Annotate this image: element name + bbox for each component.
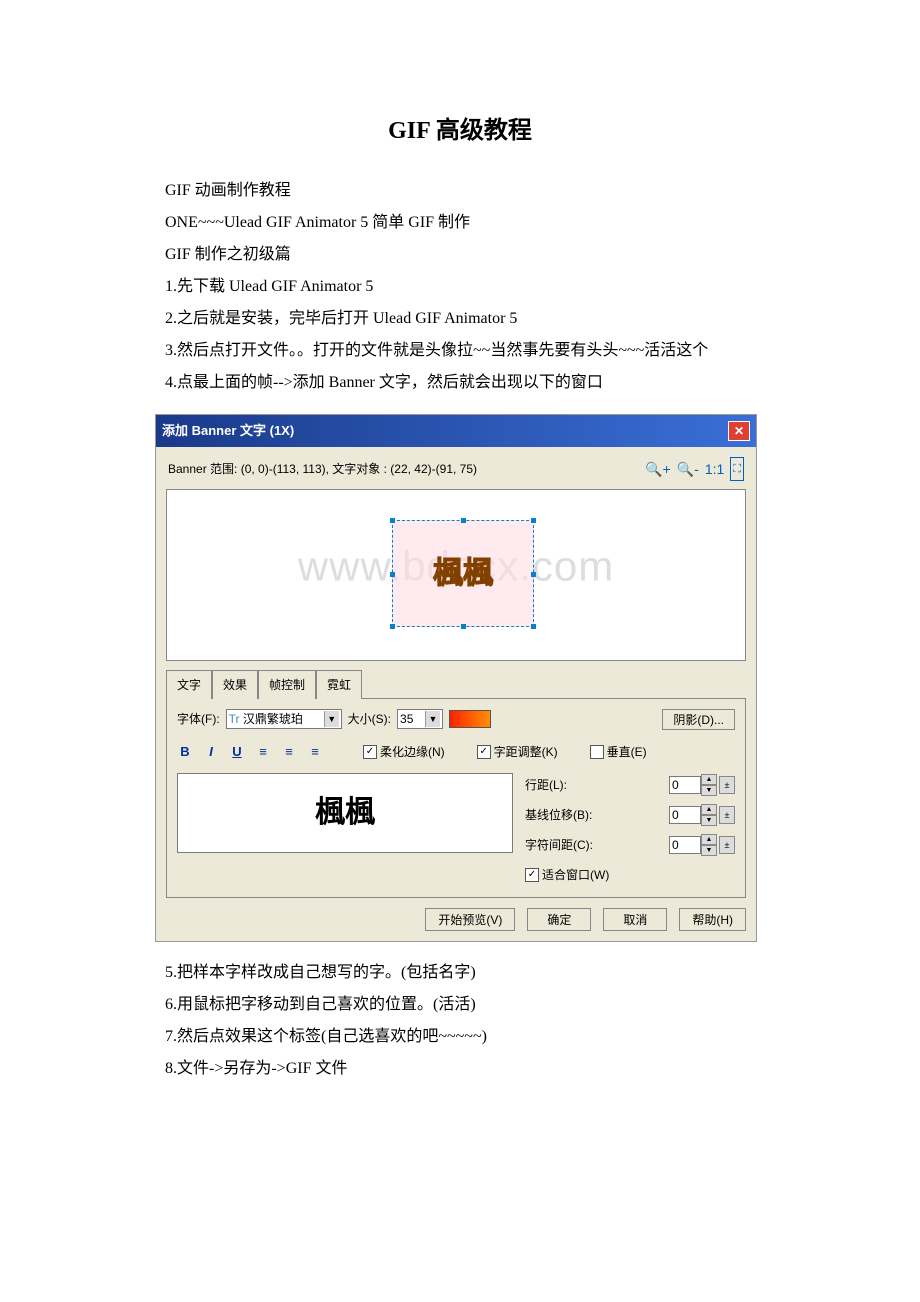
shadow-button[interactable]: 阴影(D)...: [662, 709, 735, 730]
vertical-checkbox[interactable]: 垂直(E): [590, 740, 647, 764]
zoom-in-icon[interactable]: 🔍+: [645, 455, 671, 483]
paragraph: 4.点最上面的帧-->添加 Banner 文字，然后就会出现以下的窗口: [165, 367, 755, 399]
chevron-down-icon[interactable]: ▼: [324, 711, 339, 727]
paragraph: 3.然后点打开文件。。打开的文件就是头像拉~~当然事先要有头头~~~活活这个: [165, 335, 755, 367]
tab-neon[interactable]: 霓虹: [316, 670, 362, 699]
paragraph: 2.之后就是安装，完毕后打开 Ulead GIF Animator 5: [165, 303, 755, 335]
align-left-icon[interactable]: ≡: [255, 739, 271, 765]
line-spacing-input[interactable]: [669, 776, 701, 794]
cancel-button[interactable]: 取消: [603, 908, 667, 931]
chevron-down-icon[interactable]: ▼: [425, 711, 440, 727]
truetype-icon: Tr: [229, 707, 240, 731]
baseline-label: 基线位移(B):: [525, 803, 592, 827]
underline-icon[interactable]: U: [229, 739, 245, 765]
char-spacing-label: 字符间距(C):: [525, 833, 593, 857]
ok-button[interactable]: 确定: [527, 908, 591, 931]
fit-window-label: 适合窗口(W): [542, 863, 609, 887]
start-preview-button[interactable]: 开始预览(V): [425, 908, 515, 931]
paragraph: 1.先下载 Ulead GIF Animator 5: [165, 271, 755, 303]
align-center-icon[interactable]: ≡: [281, 739, 297, 765]
paragraph: 8.文件->另存为->GIF 文件: [165, 1053, 755, 1085]
line-spacing-spinner[interactable]: ▲▼ ±: [669, 774, 735, 796]
font-label: 字体(F):: [177, 707, 220, 731]
tab-effects[interactable]: 效果: [212, 670, 258, 699]
size-combo[interactable]: 35 ▼: [397, 709, 443, 729]
zoom-out-icon[interactable]: 🔍-: [677, 455, 699, 483]
fit-icon[interactable]: ⛶: [730, 457, 744, 481]
paragraph: GIF 制作之初级篇: [165, 239, 755, 271]
paragraph: GIF 动画制作教程: [165, 175, 755, 207]
tab-frame[interactable]: 帧控制: [258, 670, 316, 699]
dialog-titlebar: 添加 Banner 文字 (1X) ✕: [156, 415, 756, 447]
sample-preview: 楓楓: [177, 773, 513, 853]
soften-label: 柔化边缘(N): [380, 740, 445, 764]
paragraph: 6.用鼠标把字移动到自己喜欢的位置。(活活): [165, 989, 755, 1021]
bold-icon[interactable]: B: [177, 739, 193, 765]
canvas-sample-text: 楓楓: [433, 544, 493, 604]
size-value: 35: [400, 707, 425, 731]
text-selection-box[interactable]: 楓楓: [392, 520, 534, 627]
fit-window-checkbox[interactable]: ✓ 适合窗口(W): [525, 863, 609, 887]
paragraph: 5.把样本字样改成自己想写的字。(包括名字): [165, 957, 755, 989]
tab-panel-text: 字体(F): Tr 汉鼎繁琥珀 ▼ 大小(S): 35 ▼: [166, 698, 746, 898]
close-icon[interactable]: ✕: [728, 421, 750, 441]
vertical-label: 垂直(E): [607, 740, 647, 764]
zoom-ratio[interactable]: 1:1: [705, 455, 724, 483]
char-spacing-input[interactable]: [669, 836, 701, 854]
font-value: 汉鼎繁琥珀: [243, 707, 324, 731]
align-right-icon[interactable]: ≡: [307, 739, 323, 765]
banner-range-text: Banner 范围: (0, 0)-(113, 113), 文字对象 : (22…: [168, 457, 477, 481]
preview-text: 楓楓: [315, 783, 375, 843]
baseline-spinner[interactable]: ▲▼ ±: [669, 804, 735, 826]
soften-checkbox[interactable]: ✓ 柔化边缘(N): [363, 740, 445, 764]
dialog-window: 添加 Banner 文字 (1X) ✕ Banner 范围: (0, 0)-(1…: [155, 414, 757, 942]
paragraph: ONE~~~Ulead GIF Animator 5 简单 GIF 制作: [165, 207, 755, 239]
preview-canvas[interactable]: www.bdocx.com 楓楓: [166, 489, 746, 661]
char-spacing-spinner[interactable]: ▲▼ ±: [669, 834, 735, 856]
font-combo[interactable]: Tr 汉鼎繁琥珀 ▼: [226, 709, 342, 729]
size-label: 大小(S):: [348, 707, 391, 731]
kerning-label: 字距调整(K): [494, 740, 558, 764]
kerning-checkbox[interactable]: ✓ 字距调整(K): [477, 740, 558, 764]
tab-text[interactable]: 文字: [166, 670, 212, 699]
help-button[interactable]: 帮助(H): [679, 908, 746, 931]
baseline-input[interactable]: [669, 806, 701, 824]
italic-icon[interactable]: I: [203, 739, 219, 765]
paragraph: 7.然后点效果这个标签(自己选喜欢的吧~~~~~): [165, 1021, 755, 1053]
page-title: GIF 高级教程: [165, 110, 755, 145]
line-spacing-label: 行距(L):: [525, 773, 567, 797]
color-swatch[interactable]: [449, 710, 491, 728]
dialog-title-text: 添加 Banner 文字 (1X): [162, 418, 294, 444]
